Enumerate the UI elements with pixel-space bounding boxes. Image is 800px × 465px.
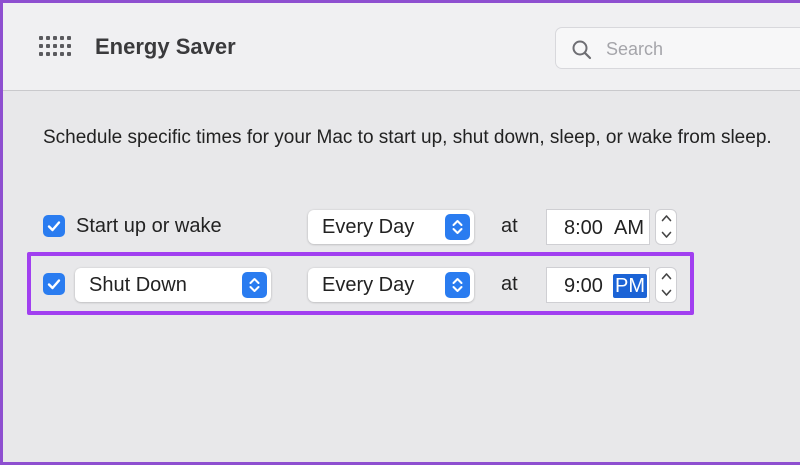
energy-saver-window: Energy Saver Schedule specific times for… xyxy=(0,0,800,465)
search-field[interactable] xyxy=(555,27,800,69)
startup-frequency-popup[interactable]: Every Day xyxy=(308,210,474,244)
shutdown-highlight-box xyxy=(27,252,694,315)
window-title: Energy Saver xyxy=(95,34,236,59)
stepper-down-button[interactable] xyxy=(656,227,676,244)
search-input[interactable] xyxy=(604,36,788,62)
grid-icon[interactable] xyxy=(39,36,73,58)
stepper-up-button[interactable] xyxy=(656,210,676,227)
startup-checkbox[interactable] xyxy=(43,215,65,237)
schedule-description: Schedule specific times for your Mac to … xyxy=(43,127,772,148)
startup-time-field[interactable]: 8:00 AM xyxy=(546,209,650,245)
startup-time-ampm[interactable]: AM xyxy=(614,217,644,240)
startup-time-hm[interactable]: 8:00 xyxy=(564,217,603,240)
chevron-up-icon xyxy=(661,215,672,222)
startup-time-stepper[interactable] xyxy=(655,209,677,245)
checkmark-icon xyxy=(47,221,61,232)
search-icon xyxy=(572,40,592,60)
updown-chevron-icon xyxy=(445,214,470,240)
toolbar: Energy Saver xyxy=(3,3,800,91)
at-label: at xyxy=(501,215,518,237)
startup-frequency-value: Every Day xyxy=(322,216,415,238)
chevron-down-icon xyxy=(661,231,672,238)
startup-schedule-row: Start up or wake Every Day at 8:00 AM xyxy=(3,207,800,247)
startup-label: Start up or wake xyxy=(76,215,222,237)
